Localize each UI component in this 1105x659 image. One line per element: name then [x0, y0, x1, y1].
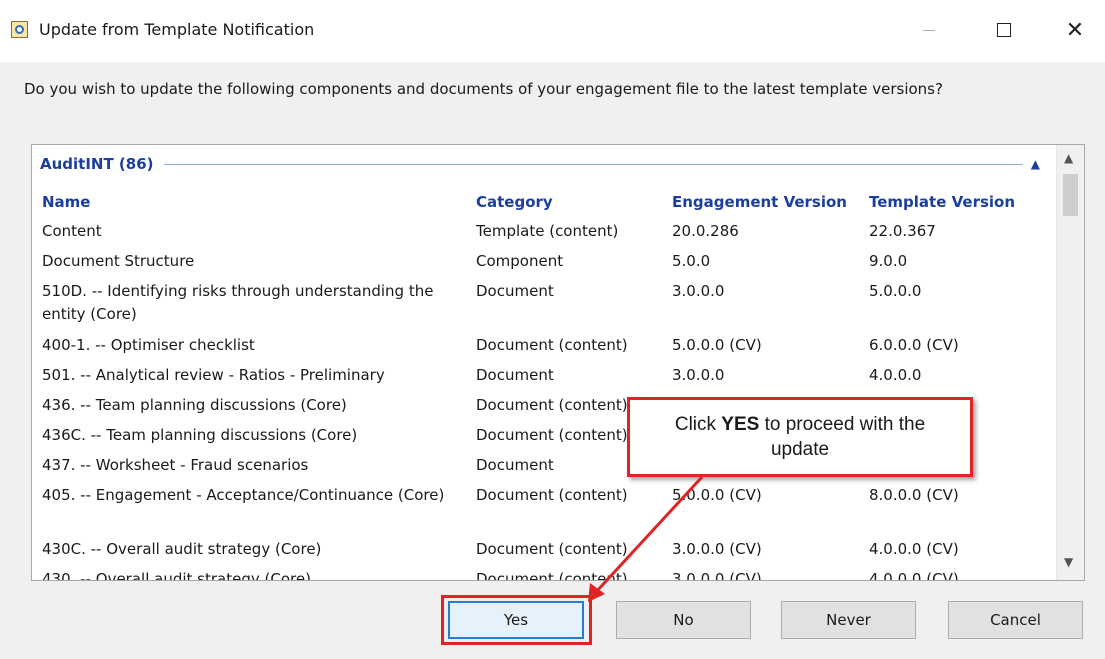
maximize-icon[interactable]	[981, 14, 1027, 46]
table-row[interactable]: Document Structure Component 5.0.0 9.0.0	[42, 250, 1039, 273]
close-icon[interactable]: ✕	[1052, 14, 1098, 46]
scroll-up-icon[interactable]: ▲	[1064, 151, 1073, 165]
chevron-up-icon[interactable]: ▲	[1031, 157, 1040, 171]
row-engagement-version: 20.0.286	[672, 222, 739, 240]
row-name: 437. -- Worksheet - Fraud scenarios	[42, 456, 309, 474]
components-panel: AuditINT (86) ▲ Name Category Engagement…	[31, 144, 1085, 581]
row-name: 430. -- Overall audit strategy (Core)	[42, 570, 311, 581]
row-engagement-version: 3.0.0.0 (CV)	[672, 540, 762, 558]
title-bar: Update from Template Notification ✕	[0, 0, 1105, 62]
row-engagement-version: 5.0.0.0 (CV)	[672, 336, 762, 354]
row-category: Document	[476, 282, 554, 300]
row-name: Document Structure	[42, 252, 195, 270]
row-template-version: 6.0.0.0 (CV)	[869, 336, 959, 354]
row-template-version: 8.0.0.0 (CV)	[869, 486, 959, 504]
scroll-down-icon[interactable]: ▼	[1064, 555, 1073, 569]
row-name: 405. -- Engagement - Acceptance/Continua…	[42, 486, 445, 504]
row-template-version: 9.0.0	[869, 252, 908, 270]
row-engagement-version: 5.0.0	[672, 252, 711, 270]
never-button[interactable]: Never	[781, 601, 916, 639]
instruction-callout: Click YES to proceed with the update	[627, 397, 973, 477]
column-header-category: Category	[476, 193, 553, 211]
scroll-thumb[interactable]	[1063, 174, 1078, 216]
app-icon	[11, 21, 28, 38]
column-header-engagement-version: Engagement Version	[672, 193, 847, 211]
vertical-scrollbar[interactable]: ▲ ▼	[1056, 145, 1084, 580]
minimize-icon[interactable]	[906, 14, 952, 46]
row-category: Document (content)	[476, 540, 628, 558]
row-name: 510D. -- Identifying risks through under…	[42, 282, 434, 323]
callout-line-1: Click YES to proceed with the	[675, 412, 925, 437]
row-name: 501. -- Analytical review - Ratios - Pre…	[42, 366, 385, 384]
row-name: 400-1. -- Optimiser checklist	[42, 336, 255, 354]
table-row[interactable]: 430C. -- Overall audit strategy (Core) D…	[42, 538, 1039, 561]
callout-line-2: update	[770, 439, 830, 460]
callout-bold: YES	[721, 414, 760, 435]
row-name: 436. -- Team planning discussions (Core)	[42, 396, 347, 414]
table-row[interactable]: 400-1. -- Optimiser checklist Document (…	[42, 334, 1039, 357]
row-template-version: 4.0.0.0 (CV)	[869, 540, 959, 558]
row-engagement-version: 3.0.0.0 (CV)	[672, 570, 762, 581]
row-template-version: 22.0.367	[869, 222, 936, 240]
question-text: Do you wish to update the following comp…	[24, 80, 943, 98]
row-name: Content	[42, 222, 102, 240]
row-category: Template (content)	[476, 222, 619, 240]
yes-button[interactable]: Yes	[448, 601, 584, 639]
window-title: Update from Template Notification	[39, 20, 315, 39]
group-title: AuditINT (86)	[40, 155, 154, 173]
cancel-button[interactable]: Cancel	[948, 601, 1083, 639]
row-template-version: 4.0.0.0	[869, 366, 922, 384]
row-template-version: 5.0.0.0	[869, 282, 922, 300]
row-engagement-version: 3.0.0.0	[672, 282, 725, 300]
table-header-row: Name Category Engagement Version Templat…	[42, 191, 1039, 214]
table-row[interactable]: Content Template (content) 20.0.286 22.0…	[42, 220, 1039, 243]
row-category: Document (content)	[476, 336, 628, 354]
row-engagement-version: 5.0.0.0 (CV)	[672, 486, 762, 504]
table-row[interactable]: 501. -- Analytical review - Ratios - Pre…	[42, 364, 1039, 387]
row-name: 436C. -- Team planning discussions (Core…	[42, 426, 358, 444]
table-row[interactable]: 405. -- Engagement - Acceptance/Continua…	[42, 484, 1039, 507]
row-category: Component	[476, 252, 564, 270]
table-row[interactable]: 510D. -- Identifying risks through under…	[42, 280, 1039, 326]
group-header[interactable]: AuditINT (86) ▲	[40, 153, 1040, 175]
row-name: 430C. -- Overall audit strategy (Core)	[42, 540, 322, 558]
callout-suffix: to proceed with the	[759, 414, 926, 435]
row-category: Document	[476, 366, 554, 384]
column-header-template-version: Template Version	[869, 193, 1016, 211]
row-category: Document (content)	[476, 486, 628, 504]
no-button[interactable]: No	[616, 601, 751, 639]
row-template-version: 4.0.0.0 (CV)	[869, 570, 959, 581]
row-category: Document (content)	[476, 570, 628, 581]
table-row[interactable]: 430. -- Overall audit strategy (Core) Do…	[42, 568, 1039, 581]
column-header-name: Name	[42, 193, 91, 211]
row-engagement-version: 3.0.0.0	[672, 366, 725, 384]
group-divider	[163, 163, 1023, 165]
callout-prefix: Click	[674, 414, 722, 435]
